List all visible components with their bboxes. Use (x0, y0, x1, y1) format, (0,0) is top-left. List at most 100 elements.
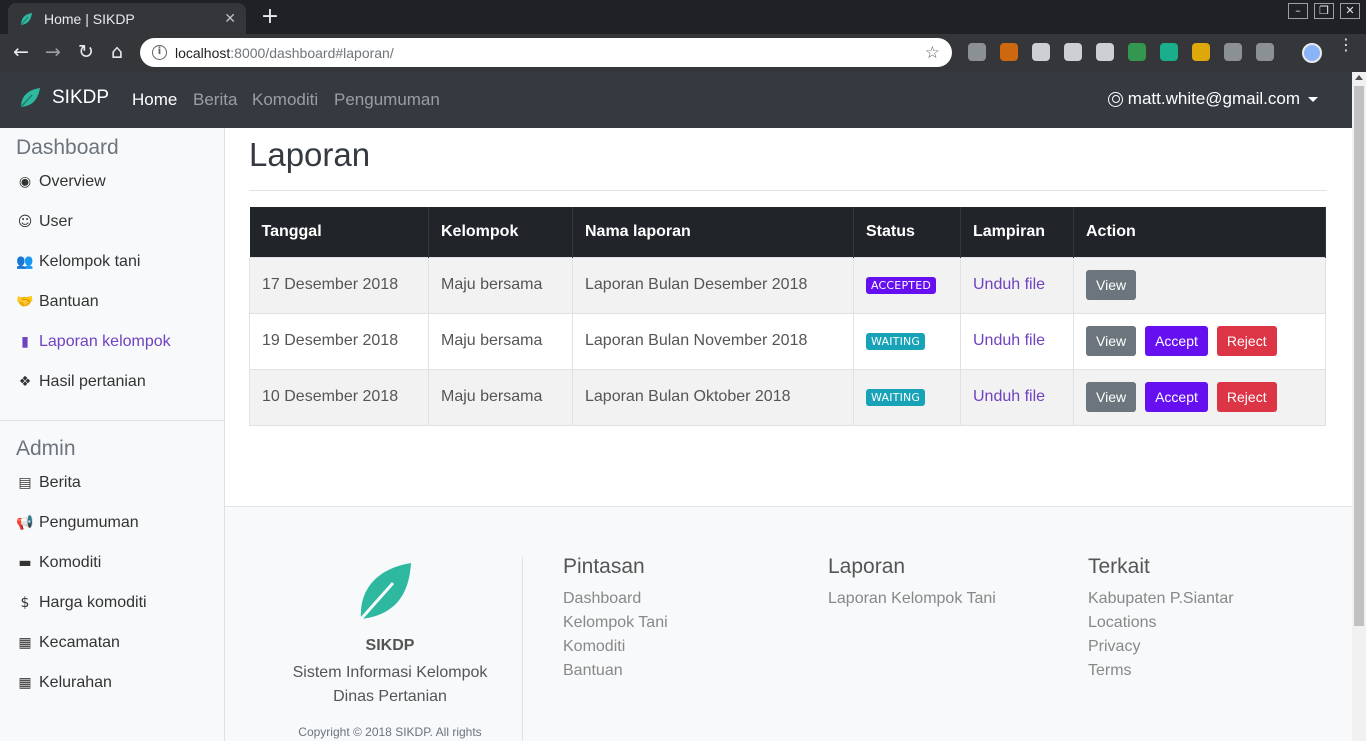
sidebar-item-label: Hasil pertanian (39, 373, 146, 390)
cell-tanggal: 10 Desember 2018 (249, 368, 429, 426)
cell-status: WAITING (853, 368, 961, 426)
status-badge: ACCEPTED (866, 277, 937, 294)
footer-copyright: Copyright © 2018 SIKDP. All rights (298, 725, 482, 739)
extension-icon[interactable] (1064, 43, 1082, 61)
scroll-thumb[interactable] (1354, 86, 1364, 626)
back-icon[interactable]: ← (8, 39, 34, 65)
sidebar-item-kelurahan[interactable]: ▦ Kelurahan (16, 674, 112, 692)
sidebar-item-harga-komoditi[interactable]: $ Harga komoditi (16, 594, 147, 612)
cell-kelompok: Maju bersama (428, 368, 573, 426)
file-icon: ▮ (21, 334, 29, 350)
star-icon[interactable]: ☆ (925, 43, 940, 63)
bullhorn-icon: 📢 (16, 515, 34, 531)
user-dropdown[interactable]: matt.white@gmail.com (1107, 89, 1318, 109)
col-header-status: Status (853, 207, 961, 257)
tab-close-icon[interactable]: ✕ (224, 11, 236, 27)
sidebar-item-berita[interactable]: ▤ Berita (16, 474, 81, 492)
accept-button[interactable]: Accept (1145, 326, 1208, 356)
sidebar-item-label: Berita (39, 474, 81, 491)
footer-link-kelompok-tani[interactable]: Kelompok Tani (563, 611, 668, 635)
extension-icon[interactable] (1032, 43, 1050, 61)
cubes-icon: ❖ (18, 374, 32, 390)
extension-icon[interactable] (1000, 43, 1018, 61)
brand-leaf-icon (20, 88, 40, 108)
accept-button[interactable]: Accept (1145, 382, 1208, 412)
download-file-link[interactable]: Unduh file (973, 332, 1045, 349)
extension-icon[interactable] (1192, 43, 1210, 61)
status-badge: WAITING (866, 389, 926, 406)
view-button[interactable]: View (1086, 270, 1137, 300)
extension-icon[interactable] (1224, 43, 1242, 61)
footer-link-bantuan[interactable]: Bantuan (563, 659, 668, 683)
page-title: Laporan (249, 136, 371, 173)
menu-kebab-icon[interactable]: ⋮ (1338, 37, 1354, 53)
col-header-nama: Nama laporan (572, 207, 854, 257)
download-file-link[interactable]: Unduh file (973, 276, 1045, 293)
footer-link-komoditi[interactable]: Komoditi (563, 635, 668, 659)
sidebar-item-label: Pengumuman (39, 514, 139, 531)
restore-button[interactable]: ❐ (1314, 3, 1334, 19)
close-window-button[interactable]: ✕ (1340, 3, 1360, 19)
extension-icon[interactable] (968, 43, 986, 61)
sidebar-item-overview[interactable]: ◉ Overview (16, 173, 106, 191)
extension-icon[interactable] (1096, 43, 1114, 61)
col-header-tanggal: Tanggal (249, 207, 429, 257)
extension-icon[interactable] (1128, 43, 1146, 61)
footer-brand: SIKDP (365, 637, 415, 654)
extension-icon[interactable] (1256, 43, 1274, 61)
sidebar-item-kecamatan[interactable]: ▦ Kecamatan (16, 634, 120, 652)
status-badge: WAITING (866, 333, 926, 350)
view-button[interactable]: View (1086, 382, 1137, 412)
browser-tabstrip: Home | SIKDP ✕ + – ❐ ✕ (0, 0, 1366, 34)
extension-icon[interactable] (1160, 43, 1178, 61)
nav-komoditi[interactable]: Komoditi (252, 90, 318, 110)
footer-link-privacy[interactable]: Privacy (1088, 635, 1234, 659)
view-button[interactable]: View (1086, 326, 1137, 356)
brand[interactable]: SIKDP (18, 86, 109, 110)
footer-link-dashboard[interactable]: Dashboard (563, 587, 668, 611)
reload-icon[interactable]: ↻ (73, 39, 99, 65)
sidebar-item-komoditi[interactable]: ▬ Komoditi (16, 554, 101, 572)
footer-heading-terkait: Terkait (1088, 555, 1150, 578)
cell-action: View Accept Reject (1073, 312, 1326, 370)
briefcase-icon: ▬ (18, 555, 32, 571)
sidebar-item-user[interactable]: ☺ User (16, 213, 73, 231)
page-scrollbar[interactable] (1352, 72, 1366, 741)
new-tab-button[interactable]: + (256, 4, 284, 30)
download-file-link[interactable]: Unduh file (973, 388, 1045, 405)
forward-icon[interactable]: → (40, 39, 66, 65)
nav-berita[interactable]: Berita (193, 90, 237, 110)
footer-link-laporan-kelompok-tani[interactable]: Laporan Kelompok Tani (828, 587, 996, 611)
table-row: 10 Desember 2018 Maju bersama Laporan Bula… (249, 368, 1326, 426)
nav-home[interactable]: Home (132, 90, 177, 110)
reject-button[interactable]: Reject (1216, 382, 1277, 412)
nav-pengumuman[interactable]: Pengumuman (334, 90, 440, 110)
sidebar-item-label: Overview (39, 173, 106, 190)
user-circle-icon (1107, 91, 1123, 107)
url-text[interactable]: localhost:8000/dashboard#laporan/ (175, 45, 925, 61)
footer-link-locations[interactable]: Locations (1088, 611, 1234, 635)
tab-title: Home | SIKDP (44, 10, 135, 27)
reject-button[interactable]: Reject (1216, 326, 1277, 356)
footer-link-terms[interactable]: Terms (1088, 659, 1234, 683)
sidebar-item-kelompok-tani[interactable]: 👥 Kelompok tani (16, 253, 140, 271)
info-icon[interactable]: i (152, 45, 167, 60)
footer-col-pintasan: Pintasan Dashboard Kelompok Tani Komodit… (563, 555, 668, 683)
app-navbar: SIKDP Home Berita Komoditi Pengumuman ma… (0, 72, 1352, 128)
sidebar-item-bantuan[interactable]: 🤝 Bantuan (16, 293, 98, 311)
brand-name: SIKDP (52, 87, 110, 108)
sidebar-item-hasil-pertanian[interactable]: ❖ Hasil pertanian (16, 373, 146, 391)
sidebar-item-pengumuman[interactable]: 📢 Pengumuman (16, 514, 139, 532)
cell-lampiran: Unduh file (960, 312, 1074, 370)
browser-tab[interactable]: Home | SIKDP ✕ (8, 3, 246, 34)
footer: SIKDP Sistem Informasi Kelompok Dinas Pe… (225, 506, 1352, 741)
footer-link-kabupaten[interactable]: Kabupaten P.Siantar (1088, 587, 1234, 611)
profile-avatar[interactable] (1302, 43, 1322, 63)
minimize-button[interactable]: – (1288, 3, 1308, 19)
sidebar-item-laporan-kelompok[interactable]: ▮ Laporan kelompok (16, 333, 171, 351)
sidebar-item-label: Komoditi (39, 554, 102, 571)
scroll-up-icon[interactable] (1355, 75, 1363, 80)
home-icon[interactable]: ⌂ (104, 39, 130, 65)
address-bar[interactable]: i localhost:8000/dashboard#laporan/ ☆ (140, 38, 952, 67)
cell-kelompok: Maju bersama (428, 256, 573, 314)
